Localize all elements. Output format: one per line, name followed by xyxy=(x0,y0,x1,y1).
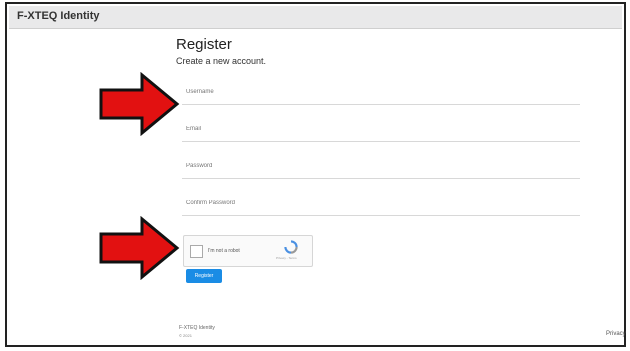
recaptcha-widget: I'm not a robot Privacy - Terms xyxy=(183,235,313,267)
recaptcha-logo-icon xyxy=(284,240,298,254)
page-title: Register xyxy=(176,36,232,53)
navbar: F-XTEQ Identity xyxy=(9,6,622,29)
password-input[interactable] xyxy=(182,155,580,177)
recaptcha-checkbox[interactable] xyxy=(190,245,203,258)
recaptcha-fineprint[interactable]: Privacy - Terms xyxy=(276,256,297,260)
password-field xyxy=(182,154,580,179)
username-input[interactable] xyxy=(182,81,580,103)
email-input[interactable] xyxy=(182,118,580,140)
arrow-pointer-username xyxy=(99,72,180,136)
email-field xyxy=(182,117,580,142)
username-field xyxy=(182,80,580,105)
register-button[interactable]: Register xyxy=(186,269,222,283)
privacy-link[interactable]: Privacy xyxy=(606,331,626,337)
footer-copyright: F-XTEQ Identity xyxy=(179,325,215,331)
arrow-pointer-captcha xyxy=(99,216,180,280)
footer-year: © 2021 xyxy=(179,333,192,338)
confirm-password-field xyxy=(182,191,580,216)
brand-title[interactable]: F-XTEQ Identity xyxy=(17,10,100,22)
recaptcha-label: I'm not a robot xyxy=(208,248,240,254)
confirm-password-input[interactable] xyxy=(182,192,580,214)
page-subtitle: Create a new account. xyxy=(176,56,267,66)
